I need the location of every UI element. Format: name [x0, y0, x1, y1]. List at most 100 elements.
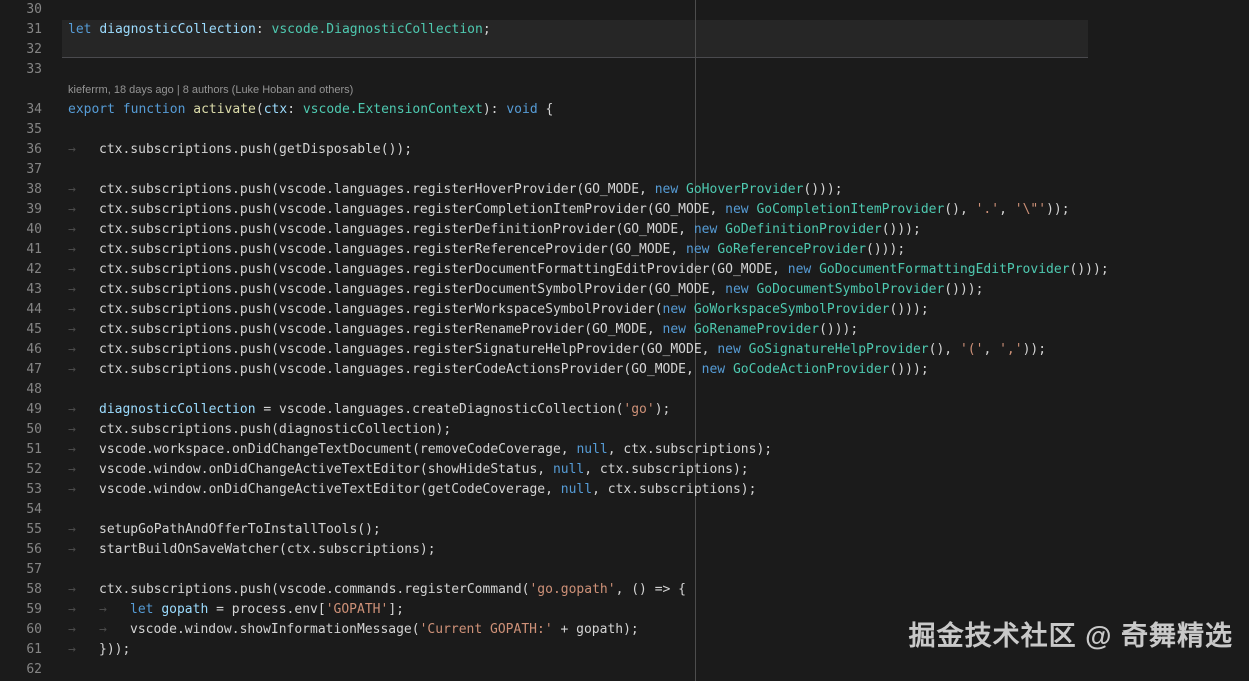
code-token: activate: [193, 102, 256, 117]
code-line[interactable]: 36→ctx.subscriptions.push(getDisposable(…: [0, 140, 1249, 160]
line-number[interactable]: 57: [0, 560, 62, 580]
code-token: startBuildOnSaveWatcher(ctx.subscription…: [99, 542, 436, 557]
line-number[interactable]: 39: [0, 200, 62, 220]
code-token: new: [663, 302, 694, 317]
code-line[interactable]: 48: [0, 380, 1249, 400]
code-line[interactable]: 39→ctx.subscriptions.push(vscode.languag…: [0, 200, 1249, 220]
code-content: →ctx.subscriptions.push(vscode.languages…: [62, 300, 929, 320]
line-number[interactable]: 45: [0, 320, 62, 340]
code-editor[interactable]: 3031let diagnosticCollection: vscode.Dia…: [0, 0, 1249, 681]
code-content: →ctx.subscriptions.push(vscode.languages…: [62, 360, 929, 380]
line-number[interactable]: 33: [0, 60, 62, 80]
code-token: let: [130, 602, 161, 617]
code-token: null: [576, 442, 607, 457]
line-number[interactable]: 47: [0, 360, 62, 380]
line-number[interactable]: 36: [0, 140, 62, 160]
code-line[interactable]: 30: [0, 0, 1249, 20]
code-token: vscode.window.showInformationMessage(: [130, 622, 420, 637]
code-token: ()));: [803, 182, 842, 197]
code-token: , () => {: [616, 582, 686, 597]
code-token: ()));: [890, 362, 929, 377]
code-line[interactable]: 46→ctx.subscriptions.push(vscode.languag…: [0, 340, 1249, 360]
line-number[interactable]: 41: [0, 240, 62, 260]
code-line[interactable]: 55→setupGoPathAndOfferToInstallTools();: [0, 520, 1249, 540]
line-number[interactable]: 40: [0, 220, 62, 240]
line-number[interactable]: 30: [0, 0, 62, 20]
code-token: {: [538, 102, 554, 117]
line-number[interactable]: 31: [0, 20, 62, 40]
code-content: →diagnosticCollection = vscode.languages…: [62, 400, 670, 420]
code-line[interactable]: 51→vscode.workspace.onDidChangeTextDocum…: [0, 440, 1249, 460]
code-token: GoDefinitionProvider: [725, 222, 882, 237]
code-line[interactable]: 44→ctx.subscriptions.push(vscode.languag…: [0, 300, 1249, 320]
code-line[interactable]: 35: [0, 120, 1249, 140]
line-number[interactable]: 61: [0, 640, 62, 660]
line-number[interactable]: 53: [0, 480, 62, 500]
line-number[interactable]: 54: [0, 500, 62, 520]
code-line[interactable]: 40→ctx.subscriptions.push(vscode.languag…: [0, 220, 1249, 240]
line-number[interactable]: 32: [0, 40, 62, 60]
code-token: vscode.DiagnosticCollection: [272, 22, 483, 37]
line-number[interactable]: 44: [0, 300, 62, 320]
line-number[interactable]: 46: [0, 340, 62, 360]
code-line[interactable]: 38→ctx.subscriptions.push(vscode.languag…: [0, 180, 1249, 200]
code-line[interactable]: 62: [0, 660, 1249, 680]
code-line[interactable]: 45→ctx.subscriptions.push(vscode.languag…: [0, 320, 1249, 340]
code-token: :: [256, 22, 272, 37]
code-line[interactable]: 37: [0, 160, 1249, 180]
codelens-row[interactable]: kieferrm, 18 days ago | 8 authors (Luke …: [0, 80, 1249, 100]
line-number[interactable]: 52: [0, 460, 62, 480]
code-line[interactable]: 47→ctx.subscriptions.push(vscode.languag…: [0, 360, 1249, 380]
codelens-annotation[interactable]: kieferrm, 18 days ago | 8 authors (Luke …: [62, 80, 353, 100]
code-token: ctx.subscriptions.push(getDisposable());: [99, 142, 412, 157]
line-number[interactable]: 35: [0, 120, 62, 140]
code-line[interactable]: 43→ctx.subscriptions.push(vscode.languag…: [0, 280, 1249, 300]
line-number[interactable]: 48: [0, 380, 62, 400]
code-line[interactable]: 32: [0, 40, 1249, 60]
code-token: ()));: [866, 242, 905, 257]
line-number[interactable]: 60: [0, 620, 62, 640]
code-line[interactable]: 59→→let gopath = process.env['GOPATH'];: [0, 600, 1249, 620]
code-line[interactable]: 58→ctx.subscriptions.push(vscode.command…: [0, 580, 1249, 600]
code-content: →ctx.subscriptions.push(vscode.languages…: [62, 240, 905, 260]
code-token: null: [561, 482, 592, 497]
code-line[interactable]: 53→vscode.window.onDidChangeActiveTextEd…: [0, 480, 1249, 500]
code-line[interactable]: 56→startBuildOnSaveWatcher(ctx.subscript…: [0, 540, 1249, 560]
line-number[interactable]: 43: [0, 280, 62, 300]
code-content: →ctx.subscriptions.push(vscode.languages…: [62, 340, 1046, 360]
code-line[interactable]: 54: [0, 500, 1249, 520]
line-number[interactable]: 37: [0, 160, 62, 180]
line-number[interactable]: 62: [0, 660, 62, 680]
code-line[interactable]: 57: [0, 560, 1249, 580]
code-line[interactable]: 33: [0, 60, 1249, 80]
code-token: GoCodeActionProvider: [733, 362, 890, 377]
code-token: ',': [999, 342, 1022, 357]
code-line[interactable]: 52→vscode.window.onDidChangeActiveTextEd…: [0, 460, 1249, 480]
tab-whitespace-arrow: →: [68, 340, 99, 360]
code-token: ctx.subscriptions.push(vscode.languages.…: [99, 322, 663, 337]
code-token: ctx.subscriptions.push(vscode.languages.…: [99, 202, 725, 217]
code-token: vscode.ExtensionContext: [303, 102, 483, 117]
line-number[interactable]: 50: [0, 420, 62, 440]
code-token: ;: [483, 22, 491, 37]
line-number[interactable]: 34: [0, 100, 62, 120]
code-token: ctx.subscriptions.push(vscode.languages.…: [99, 242, 686, 257]
code-token: ctx.subscriptions.push(vscode.commands.r…: [99, 582, 529, 597]
code-line[interactable]: 50→ctx.subscriptions.push(diagnosticColl…: [0, 420, 1249, 440]
code-token: ()));: [890, 302, 929, 317]
line-number[interactable]: 42: [0, 260, 62, 280]
code-line[interactable]: 41→ctx.subscriptions.push(vscode.languag…: [0, 240, 1249, 260]
code-token: diagnosticCollection: [99, 402, 256, 417]
line-number[interactable]: 49: [0, 400, 62, 420]
line-number[interactable]: 55: [0, 520, 62, 540]
code-line[interactable]: 31let diagnosticCollection: vscode.Diagn…: [0, 20, 1249, 40]
code-line[interactable]: 49→diagnosticCollection = vscode.languag…: [0, 400, 1249, 420]
code-token: void: [506, 102, 537, 117]
line-number[interactable]: 38: [0, 180, 62, 200]
line-number[interactable]: 59: [0, 600, 62, 620]
code-line[interactable]: 34export function activate(ctx: vscode.E…: [0, 100, 1249, 120]
line-number[interactable]: 58: [0, 580, 62, 600]
code-line[interactable]: 42→ctx.subscriptions.push(vscode.languag…: [0, 260, 1249, 280]
line-number[interactable]: 56: [0, 540, 62, 560]
line-number[interactable]: 51: [0, 440, 62, 460]
